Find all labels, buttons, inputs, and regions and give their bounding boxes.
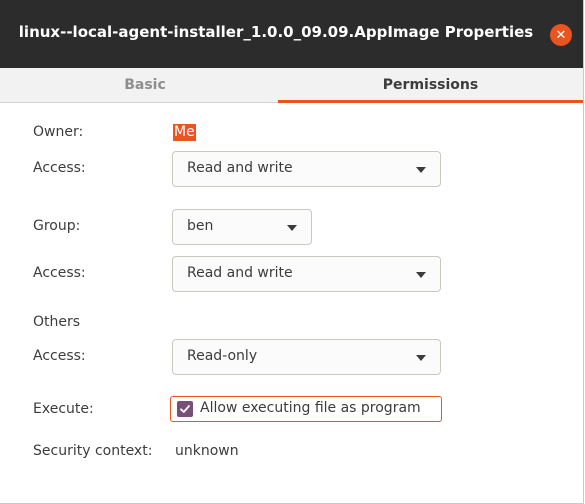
group-access-value: Read and write <box>187 265 293 281</box>
close-button[interactable]: ✕ <box>550 24 572 46</box>
execute-checkbox-label: Allow executing file as program <box>200 400 421 416</box>
tab-permissions-label: Permissions <box>382 77 479 93</box>
close-icon: ✕ <box>555 27 567 43</box>
chevron-down-icon <box>416 355 426 361</box>
properties-window: linux--local-agent-installer_1.0.0_09.09… <box>0 0 584 504</box>
others-label: Others <box>33 314 81 330</box>
group-access-label: Access: <box>33 265 86 281</box>
window-title: linux--local-agent-installer_1.0.0_09.09… <box>18 23 534 41</box>
tab-basic-label: Basic <box>124 77 166 93</box>
checkmark-icon <box>180 405 190 413</box>
owner-label: Owner: <box>33 124 84 140</box>
others-access-label: Access: <box>33 348 86 364</box>
tab-bar: Basic Permissions <box>0 68 583 103</box>
execute-label: Execute: <box>33 401 94 417</box>
owner-access-label: Access: <box>33 160 86 176</box>
tab-permissions[interactable]: Permissions <box>278 68 583 103</box>
owner-access-dropdown[interactable]: Read and write <box>172 151 441 187</box>
group-value: ben <box>187 218 214 234</box>
chevron-down-icon <box>287 225 297 231</box>
tab-basic[interactable]: Basic <box>0 68 290 102</box>
owner-value: Me <box>173 124 196 141</box>
execute-checkbox[interactable] <box>177 401 193 417</box>
owner-access-value: Read and write <box>187 160 293 176</box>
title-bar[interactable]: linux--local-agent-installer_1.0.0_09.09… <box>0 0 583 68</box>
security-context-value: unknown <box>175 443 239 459</box>
chevron-down-icon <box>416 167 426 173</box>
group-access-dropdown[interactable]: Read and write <box>172 256 441 292</box>
others-access-dropdown[interactable]: Read-only <box>172 339 441 375</box>
security-context-label: Security context: <box>33 443 153 459</box>
execute-checkbox-row[interactable]: Allow executing file as program <box>170 396 442 422</box>
group-label: Group: <box>33 218 81 234</box>
others-access-value: Read-only <box>187 348 258 364</box>
group-dropdown[interactable]: ben <box>172 209 312 245</box>
chevron-down-icon <box>416 272 426 278</box>
active-tab-indicator <box>278 100 583 103</box>
